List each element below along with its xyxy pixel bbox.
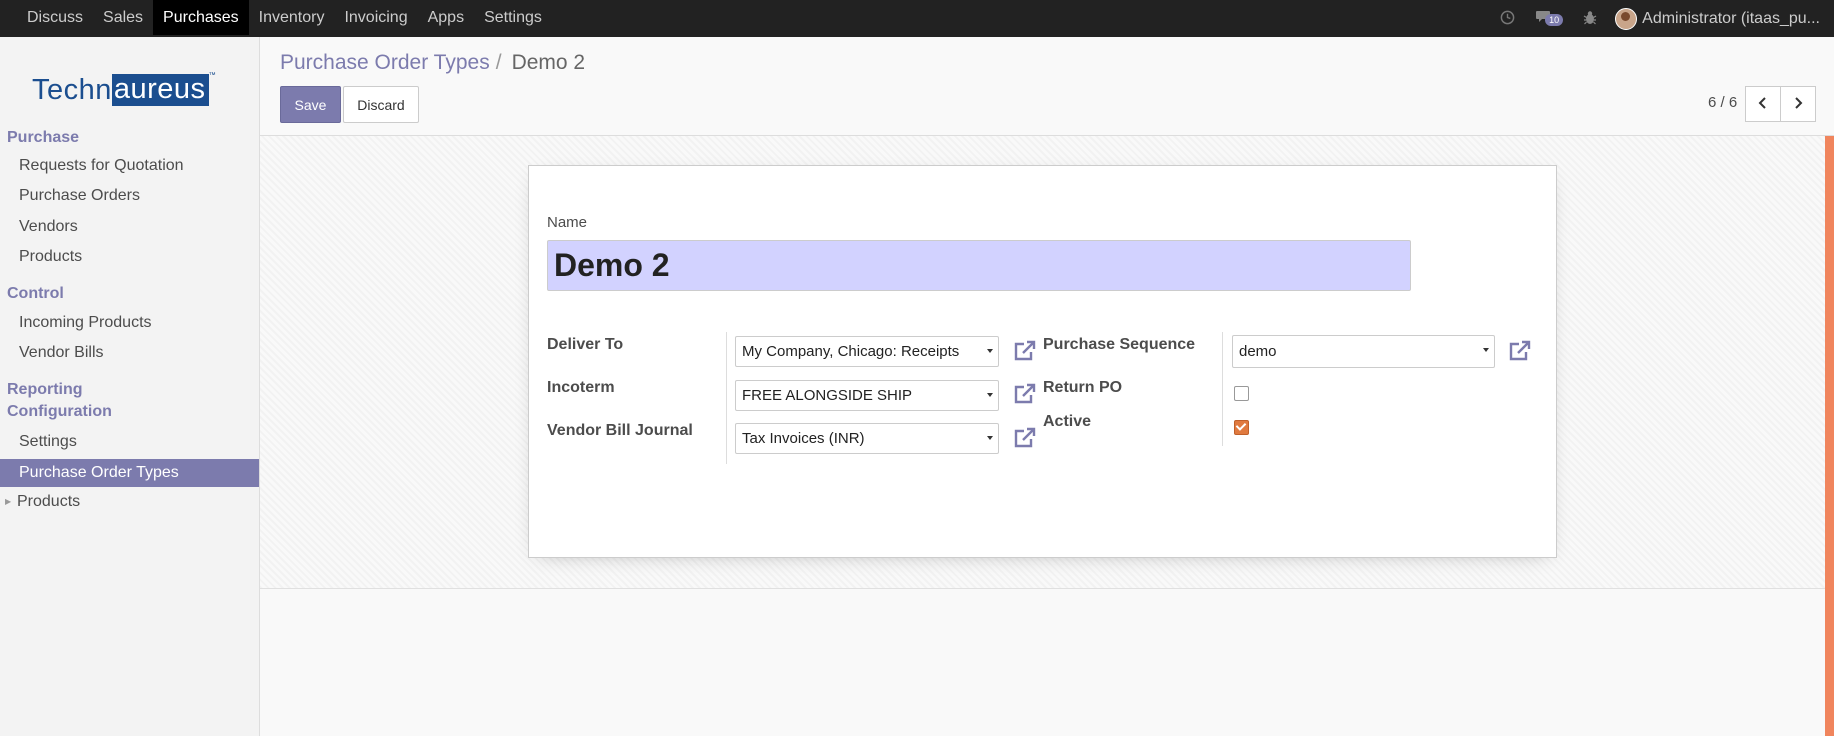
- incoterm-value: FREE ALONGSIDE SHIP: [742, 387, 913, 404]
- breadcrumb-separator: /: [495, 51, 502, 74]
- app-menu: Discuss Sales Purchases Inventory Invoic…: [17, 0, 552, 37]
- clock-icon[interactable]: [1500, 10, 1515, 28]
- menu-invoicing[interactable]: Invoicing: [334, 0, 417, 35]
- messages-button[interactable]: 10: [1535, 10, 1564, 28]
- menu-purchases[interactable]: Purchases: [153, 0, 249, 35]
- active-label: Active: [1043, 413, 1092, 430]
- vendor-bill-journal-select[interactable]: Tax Invoices (INR): [735, 423, 999, 454]
- purchase-sequence-select[interactable]: demo: [1232, 335, 1495, 368]
- sidebar-section-configuration[interactable]: Configuration: [7, 403, 112, 421]
- deliver-to-select[interactable]: My Company, Chicago: Receipts: [735, 336, 999, 367]
- pager-value: 6 / 6: [1708, 94, 1738, 111]
- message-count-badge: 10: [1545, 13, 1564, 26]
- sidebar-item-requests-for-quotation[interactable]: Requests for Quotation: [19, 157, 184, 175]
- incoterm-external-link-icon[interactable]: [1013, 382, 1037, 406]
- purchase-sequence-value: demo: [1239, 343, 1277, 360]
- discard-button[interactable]: Discard: [343, 86, 419, 123]
- vendor-bill-journal-label: Vendor Bill Journal: [547, 422, 693, 439]
- status-strip: [1825, 136, 1834, 736]
- sidebar-section-control[interactable]: Control: [7, 285, 64, 303]
- user-menu[interactable]: Administrator (itaas_pu...: [1642, 10, 1820, 28]
- pager-next-button[interactable]: [1780, 86, 1816, 122]
- logo-text-1: Techn: [32, 73, 112, 106]
- sidebar-section-purchase[interactable]: Purchase: [7, 129, 79, 147]
- purchase-sequence-label: Purchase Sequence: [1043, 336, 1196, 353]
- caret-down-icon: [987, 349, 993, 353]
- sidebar-item-settings[interactable]: Settings: [19, 433, 77, 451]
- return-po-label: Return PO: [1043, 379, 1123, 396]
- active-checkbox[interactable]: [1234, 420, 1249, 435]
- caret-down-icon: [987, 393, 993, 397]
- company-logo: Techn aureus ™: [32, 70, 228, 110]
- name-input[interactable]: Demo 2: [547, 240, 1411, 291]
- chevron-left-icon: [1758, 96, 1768, 113]
- sidebar-item-products-group[interactable]: Products: [17, 493, 80, 511]
- sequence-external-link-icon[interactable]: [1508, 339, 1532, 363]
- logo-text-2: aureus: [111, 74, 209, 106]
- column-divider: [1222, 332, 1223, 446]
- save-button[interactable]: Save: [280, 86, 341, 123]
- breadcrumb-parent[interactable]: Purchase Order Types: [280, 51, 490, 74]
- sidebar-item-products[interactable]: Products: [19, 248, 82, 266]
- logo-tm: ™: [208, 72, 216, 79]
- sidebar-item-incoming-products[interactable]: Incoming Products: [19, 314, 152, 332]
- menu-inventory[interactable]: Inventory: [249, 0, 335, 35]
- bug-icon[interactable]: [1583, 10, 1597, 28]
- menu-sales[interactable]: Sales: [93, 0, 153, 35]
- vendor-bill-journal-value: Tax Invoices (INR): [742, 430, 865, 447]
- top-navbar: Discuss Sales Purchases Inventory Invoic…: [0, 0, 1834, 37]
- name-label: Name: [547, 214, 588, 231]
- menu-apps[interactable]: Apps: [418, 0, 474, 35]
- deliver-to-label: Deliver To: [547, 336, 624, 353]
- return-po-checkbox[interactable]: [1234, 386, 1249, 401]
- systray: 10 Administrator (itaas_pu...: [1490, 0, 1834, 37]
- breadcrumb: Purchase Order Types / Demo 2: [280, 51, 585, 75]
- deliver-to-external-link-icon[interactable]: [1013, 339, 1037, 363]
- sidebar-item-purchase-orders[interactable]: Purchase Orders: [19, 187, 140, 205]
- caret-down-icon: [1483, 348, 1489, 352]
- avatar[interactable]: [1615, 7, 1638, 30]
- sidebar-item-vendor-bills[interactable]: Vendor Bills: [19, 344, 104, 362]
- sidebar-item-purchase-order-types[interactable]: Purchase Order Types: [0, 459, 259, 487]
- caret-right-icon[interactable]: ▶: [5, 497, 11, 506]
- menu-discuss[interactable]: Discuss: [17, 0, 93, 35]
- deliver-to-value: My Company, Chicago: Receipts: [742, 343, 960, 360]
- incoterm-select[interactable]: FREE ALONGSIDE SHIP: [735, 380, 999, 411]
- sidebar-item-vendors[interactable]: Vendors: [19, 218, 78, 236]
- incoterm-label: Incoterm: [547, 379, 615, 396]
- chevron-right-icon: [1793, 96, 1803, 113]
- journal-external-link-icon[interactable]: [1013, 426, 1037, 450]
- sidebar-section-reporting[interactable]: Reporting: [7, 381, 83, 399]
- caret-down-icon: [987, 436, 993, 440]
- column-divider: [726, 332, 727, 464]
- pager-previous-button[interactable]: [1745, 86, 1781, 122]
- menu-settings[interactable]: Settings: [474, 0, 552, 35]
- breadcrumb-current: Demo 2: [511, 51, 586, 74]
